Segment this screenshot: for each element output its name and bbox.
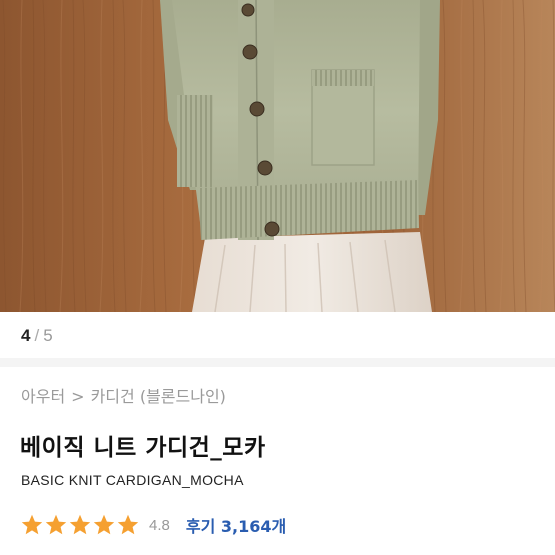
star-icon (117, 514, 139, 535)
star-icon (45, 514, 67, 535)
reviews-link[interactable]: 후기 3,164개 (186, 513, 286, 537)
rating-row: 4.8 후기 3,164개 (20, 513, 286, 537)
breadcrumb-arrow: > (71, 387, 85, 406)
product-photo-illustration (0, 0, 555, 312)
product-subtitle: BASIC KNIT CARDIGAN_MOCHA (21, 472, 244, 488)
breadcrumb-subcategory[interactable]: 카디건 (블론드나인) (91, 387, 226, 406)
breadcrumb-category[interactable]: 아우터 (21, 387, 65, 406)
rating-score: 4.8 (149, 516, 170, 534)
gallery-separator: / (34, 326, 40, 345)
section-divider (0, 358, 555, 367)
rating-stars (20, 513, 140, 537)
product-title: 베이직 니트 가디건_모카 (20, 435, 266, 461)
gallery-counter: 4/5 (21, 326, 53, 346)
star-icon (69, 514, 91, 535)
gallery-total: 5 (43, 326, 53, 345)
product-image[interactable] (0, 0, 555, 312)
breadcrumb: 아우터 > 카디건 (블론드나인) (21, 383, 226, 407)
star-icon (21, 514, 43, 535)
gallery-current-index: 4 (21, 326, 31, 345)
star-icon (93, 514, 115, 535)
